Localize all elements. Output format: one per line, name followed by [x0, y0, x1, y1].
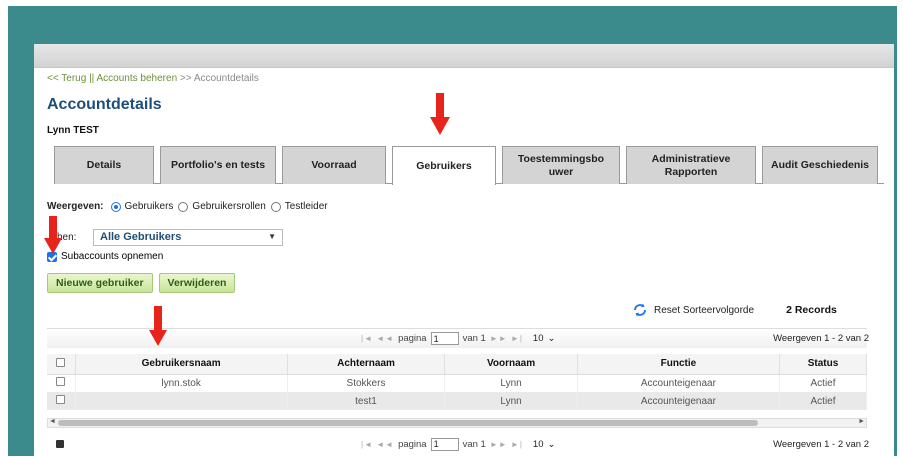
action-buttons: Nieuwe gebruiker Verwijderen	[47, 273, 236, 293]
column-header-status[interactable]: Status	[779, 354, 867, 375]
pager-top: |◄ ◄◄ pagina van 1 ►► ►| 10 ⌄ Weergeven …	[47, 328, 869, 348]
radio-gebruikers[interactable]	[110, 201, 121, 212]
table-row[interactable]: lynn.stok Stokkers Lynn Accounteigenaar …	[47, 374, 867, 392]
table-row[interactable]: test1 Lynn Accounteigenaar Actief	[47, 392, 867, 410]
select-all-cell	[47, 354, 76, 375]
tab-portfolios[interactable]: Portfolio's en tests	[160, 146, 276, 184]
page-number-input[interactable]	[430, 332, 459, 345]
view-range-text: Weergeven 1 - 2 van 2	[773, 438, 869, 450]
record-count: 2 Records	[786, 304, 837, 316]
cell-gebruikersnaam	[75, 392, 288, 410]
select-all-checkbox[interactable]	[56, 357, 66, 367]
window-title-bar	[34, 44, 894, 68]
cell-achternaam: Stokkers	[287, 374, 446, 392]
column-header-voornaam[interactable]: Voornaam	[444, 354, 578, 375]
tab-bar: Details Portfolio's en tests Voorraad Ge…	[54, 146, 884, 185]
refresh-icon[interactable]	[632, 302, 648, 318]
horizontal-scrollbar[interactable]: ◄ ►	[47, 418, 867, 428]
cell-status: Actief	[779, 374, 867, 392]
view-label: Weergeven:	[47, 201, 104, 212]
new-user-button[interactable]: Nieuwe gebruiker	[47, 273, 153, 293]
row-checkbox[interactable]	[56, 395, 66, 404]
column-header-gebruikersnaam[interactable]: Gebruikersnaam	[75, 354, 288, 375]
pager-controls: |◄ ◄◄ pagina van 1 ►► ►| 10 ⌄	[357, 437, 556, 451]
user-filter-value: Alle Gebruikers	[100, 231, 182, 243]
users-table: Gebruikersnaam Achternaam Voornaam Funct…	[47, 354, 867, 410]
chevron-down-icon: ⌄	[547, 438, 556, 450]
page-label: pagina	[398, 333, 427, 344]
app-window: << Terug || Accounts beheren >> Accountd…	[34, 44, 894, 456]
page-label: pagina	[398, 438, 427, 450]
page-title: Accountdetails	[47, 96, 162, 113]
page-of-label: van 1	[462, 438, 486, 450]
scrollbar-thumb[interactable]	[58, 420, 758, 426]
page-of-label: van 1	[462, 333, 486, 344]
column-header-functie[interactable]: Functie	[577, 354, 781, 375]
pager-bottom: |◄ ◄◄ pagina van 1 ►► ►| 10 ⌄ Weergeven …	[47, 434, 869, 454]
radio-gebruikers-label: Gebruikers	[124, 201, 174, 212]
row-select-cell	[47, 392, 76, 410]
table-header-row: Gebruikersnaam Achternaam Voornaam Funct…	[47, 354, 867, 375]
breadcrumb-separator: >>	[179, 73, 192, 84]
radio-testleider[interactable]	[270, 201, 281, 212]
scroll-left-icon[interactable]: ◄	[49, 418, 56, 425]
breadcrumb-back-link[interactable]: << Terug	[47, 73, 86, 84]
radio-testleider-label: Testleider	[284, 201, 328, 212]
cell-voornaam: Lynn	[444, 392, 578, 410]
account-name: Lynn TEST	[47, 125, 99, 136]
cell-functie: Accounteigenaar	[577, 392, 781, 410]
tab-details[interactable]: Details	[54, 146, 154, 184]
cell-status: Actief	[779, 392, 867, 410]
tab-toestemmingsbouwer[interactable]: Toestemmingsbo uwer	[502, 146, 620, 184]
arrow-down-icon	[149, 306, 167, 346]
delete-button[interactable]: Verwijderen	[158, 273, 236, 293]
breadcrumb-current: Accountdetails	[193, 73, 259, 84]
cell-voornaam: Lynn	[444, 374, 578, 392]
grid-toolbar: Reset Sorteervolgorde 2 Records	[632, 302, 837, 318]
row-select-cell	[47, 374, 76, 392]
rows-per-page-value: 10	[532, 333, 544, 344]
radio-gebruikersrollen-label: Gebruikersrollen	[192, 201, 266, 212]
rows-per-page-select[interactable]: 10 ⌄	[533, 439, 556, 450]
breadcrumb-accounts-link[interactable]: Accounts beheren	[97, 73, 178, 84]
rows-per-page-select[interactable]: 10 ⌄	[533, 333, 556, 344]
pager-controls: |◄ ◄◄ pagina van 1 ►► ►| 10 ⌄	[357, 332, 555, 345]
radio-gebruikersrollen[interactable]	[178, 201, 189, 212]
subaccounts-label: Subaccounts opnemen	[61, 251, 164, 262]
arrow-down-icon	[44, 216, 62, 254]
breadcrumb: << Terug || Accounts beheren >> Accountd…	[47, 73, 259, 84]
view-range-text: Weergeven 1 - 2 van 2	[773, 333, 869, 344]
first-page-icon[interactable]: |◄ ◄◄	[361, 334, 394, 343]
cell-achternaam: test1	[287, 392, 446, 410]
cell-functie: Accounteigenaar	[577, 374, 781, 392]
tab-gebruikers[interactable]: Gebruikers	[392, 146, 496, 185]
tab-audit-geschiedenis[interactable]: Audit Geschiedenis	[762, 146, 878, 184]
scroll-right-icon[interactable]: ►	[858, 418, 865, 425]
subaccounts-row: Subaccounts opnemen	[47, 251, 163, 262]
cell-gebruikersnaam: lynn.stok	[75, 374, 288, 392]
view-radio-group: Weergeven: Gebruikers Gebruikersrollen T…	[47, 201, 328, 212]
column-header-achternaam[interactable]: Achternaam	[287, 354, 446, 375]
next-page-icon[interactable]: ►► ►|	[490, 440, 523, 449]
row-checkbox[interactable]	[56, 377, 66, 387]
reset-sort-link[interactable]: Reset Sorteervolgorde	[654, 305, 754, 316]
next-page-icon[interactable]: ►► ►|	[490, 334, 523, 343]
page-number-input[interactable]	[430, 437, 459, 451]
chevron-down-icon: ⌄	[547, 333, 556, 344]
filter-row: hen: Alle Gebruikers ▼	[47, 229, 283, 246]
rows-per-page-value: 10	[532, 438, 544, 450]
tab-voorraad[interactable]: Voorraad	[282, 146, 386, 184]
first-page-icon[interactable]: |◄ ◄◄	[361, 440, 394, 449]
breadcrumb-separator: ||	[89, 73, 95, 84]
chevron-down-icon: ▼	[268, 232, 276, 241]
tab-administratieve-rapporten[interactable]: Administratieve Rapporten	[626, 146, 756, 184]
user-filter-select[interactable]: Alle Gebruikers ▼	[93, 229, 283, 246]
arrow-down-icon	[430, 93, 450, 135]
